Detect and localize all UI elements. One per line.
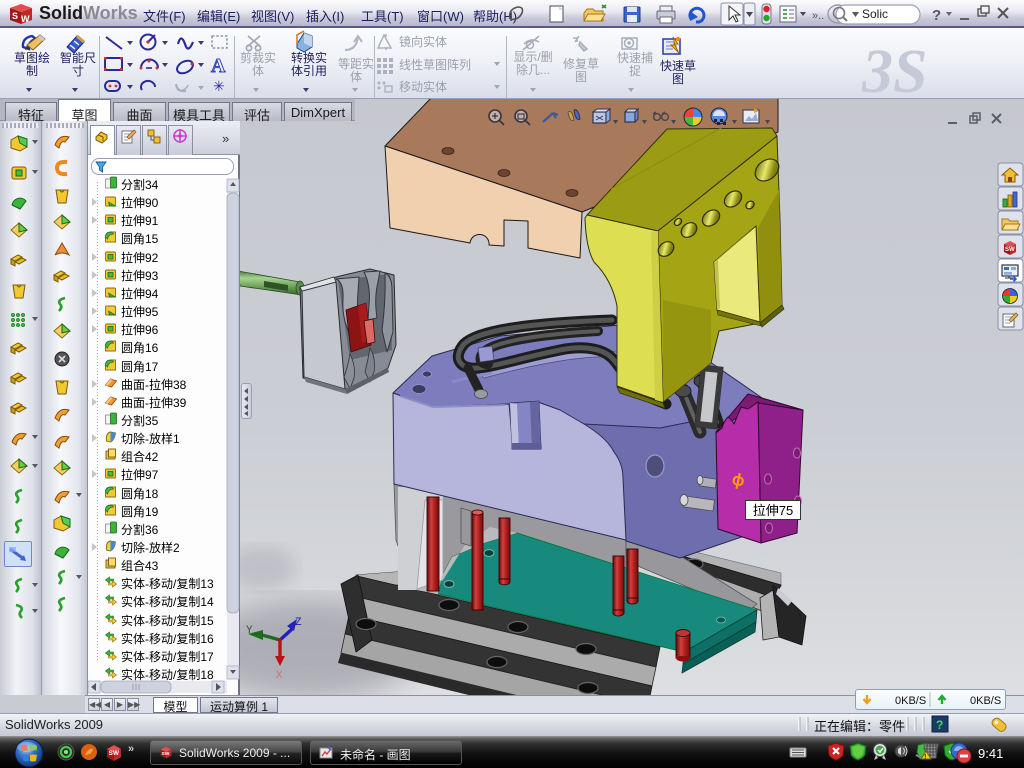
svg-text:!: ! [924, 755, 926, 761]
svg-text:»: » [128, 743, 134, 755]
svg-text:Y: Y [246, 625, 253, 637]
svg-text:X: X [276, 670, 283, 682]
svg-text:»..: ».. [812, 10, 824, 22]
svg-text:0KB/S: 0KB/S [970, 695, 1001, 707]
svg-text:S: S [12, 11, 18, 21]
svg-text:W: W [21, 14, 30, 24]
svg-text:....: .... [793, 744, 797, 749]
svg-text:SW: SW [109, 750, 120, 757]
svg-text:SW: SW [162, 751, 170, 757]
svg-text:A: A [211, 55, 226, 77]
svg-text:?: ? [936, 718, 943, 732]
svg-text:✳: ✳ [213, 78, 225, 94]
svg-text:?: ? [932, 7, 941, 24]
svg-text:Solic: Solic [862, 7, 888, 21]
svg-text:3S: 3S [861, 38, 927, 98]
svg-text:Z: Z [295, 617, 302, 629]
svg-text:SW: SW [1005, 247, 1015, 253]
svg-text:0KB/S: 0KB/S [895, 695, 926, 707]
